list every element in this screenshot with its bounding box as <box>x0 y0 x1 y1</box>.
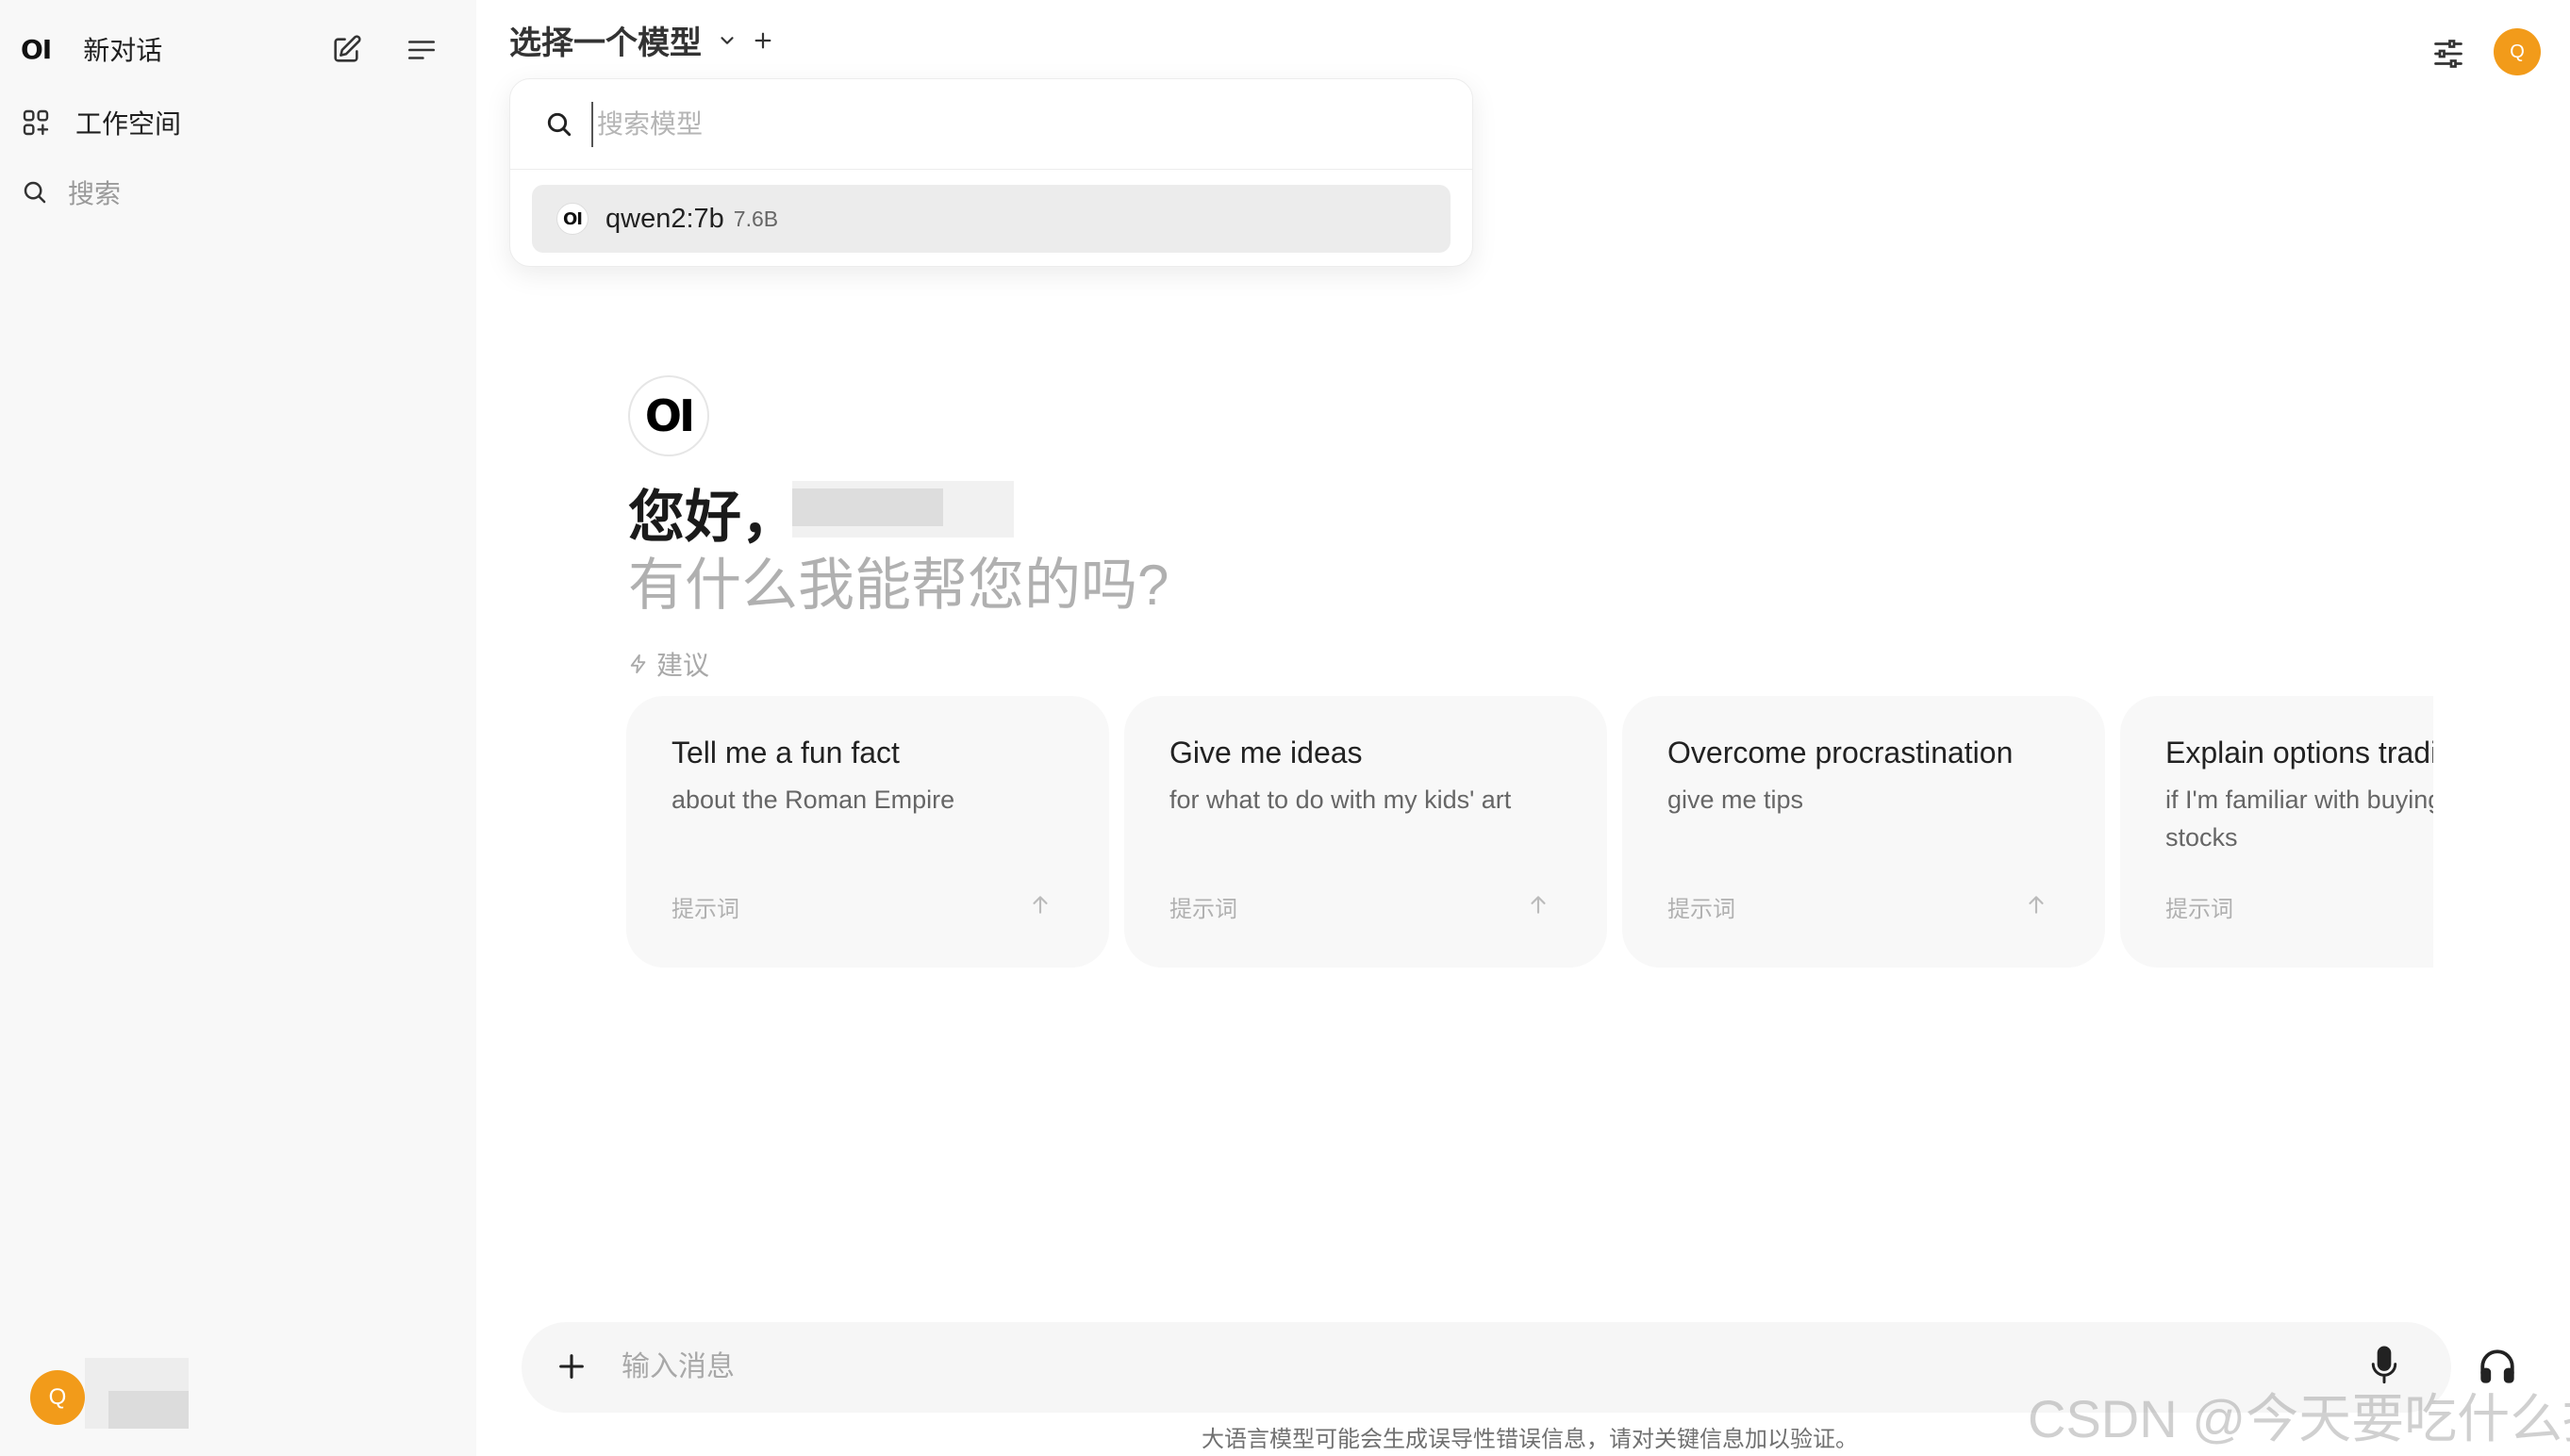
arrow-up-icon <box>2024 890 2048 918</box>
card-footer: 提示词 <box>1667 897 1735 922</box>
suggestion-cards: Tell me a fun fact about the Roman Empir… <box>626 696 2433 969</box>
card-title: Tell me a fun fact <box>672 736 900 769</box>
model-search-input[interactable] <box>591 102 1421 147</box>
search-icon <box>544 109 574 140</box>
model-dropdown: OI qwen2:7b 7.6B <box>509 78 1473 267</box>
model-size: 7.6B <box>733 206 779 231</box>
suggestions-label-text: 建议 <box>656 651 710 680</box>
card-footer: 提示词 <box>672 897 739 922</box>
disclaimer-text: 大语言模型可能会生成误导性错误信息，请对关键信息加以验证。 <box>1202 1427 1858 1452</box>
plus-icon[interactable] <box>555 1350 588 1382</box>
grid-icon <box>21 108 51 138</box>
card-subtitle: for what to do with my kids' art <box>1169 786 1512 814</box>
suggestions-label: 建议 <box>628 645 709 683</box>
header-user-initial: Q <box>2510 41 2525 62</box>
greeting-subtitle: 有什么我能帮您的吗? <box>628 554 1169 617</box>
app-logo: OI <box>21 33 52 65</box>
suggestion-card[interactable]: Tell me a fun fact about the Roman Empir… <box>626 696 1109 968</box>
suggestion-card[interactable]: Explain options trading if I'm familiar … <box>2120 696 2433 968</box>
add-model-icon[interactable] <box>753 30 773 51</box>
sidebar-item-workspace[interactable]: 工作空间 <box>21 104 181 141</box>
model-selector[interactable]: 选择一个模型 <box>509 17 773 63</box>
sidebar: OI 新对话 工作空间 搜索 Q <box>0 0 476 1456</box>
arrow-up-icon <box>1526 890 1550 918</box>
watermark: CSDN @今天要吃什么捏 <box>2028 1389 2570 1448</box>
edit-icon[interactable] <box>330 34 362 66</box>
model-option[interactable]: OI qwen2:7b 7.6B <box>532 185 1451 253</box>
card-title: Explain options trading <box>2165 736 2433 769</box>
settings-sliders-icon[interactable] <box>2431 38 2465 70</box>
card-subtitle: give me tips <box>1667 786 1804 814</box>
chevron-down-icon[interactable] <box>717 30 738 51</box>
message-input[interactable] <box>620 1343 2223 1392</box>
sidebar-search-label: 搜索 <box>68 179 122 208</box>
model-search-bar <box>510 79 1472 170</box>
card-title: Overcome procrastination <box>1667 736 2014 769</box>
card-subtitle: if I'm familiar with buying and selling … <box>2165 786 2433 852</box>
search-icon <box>21 178 49 207</box>
header-user-avatar[interactable]: Q <box>2494 28 2541 75</box>
arrow-up-icon <box>1028 890 1053 918</box>
card-footer: 提示词 <box>1169 897 1237 922</box>
sidebar-search[interactable]: 搜索 <box>21 174 121 211</box>
new-chat-row[interactable]: OI 新对话 <box>21 30 162 68</box>
sidebar-item-label: 工作空间 <box>75 109 182 139</box>
suggestion-card[interactable]: Give me ideas for what to do with my kid… <box>1124 696 1607 968</box>
user-name-redacted-inner <box>108 1391 189 1429</box>
model-name: qwen2:7b <box>605 203 724 234</box>
user-initial: Q <box>48 1384 67 1410</box>
suggestion-card[interactable]: Overcome procrastination give me tips 提示… <box>1622 696 2105 968</box>
card-subtitle: about the Roman Empire <box>672 786 955 814</box>
bolt-icon <box>628 653 649 675</box>
card-title: Give me ideas <box>1169 736 1363 769</box>
model-logo: OI <box>556 203 589 235</box>
new-chat-label[interactable]: 新对话 <box>83 30 162 68</box>
user-avatar[interactable]: Q <box>30 1370 85 1425</box>
sidebar-toggle-icon[interactable] <box>406 36 438 64</box>
assistant-logo: OI <box>628 375 709 456</box>
card-footer: 提示词 <box>2165 897 2233 922</box>
greeting-username-redacted-inner <box>792 488 943 526</box>
model-selector-title[interactable]: 选择一个模型 <box>509 17 702 63</box>
